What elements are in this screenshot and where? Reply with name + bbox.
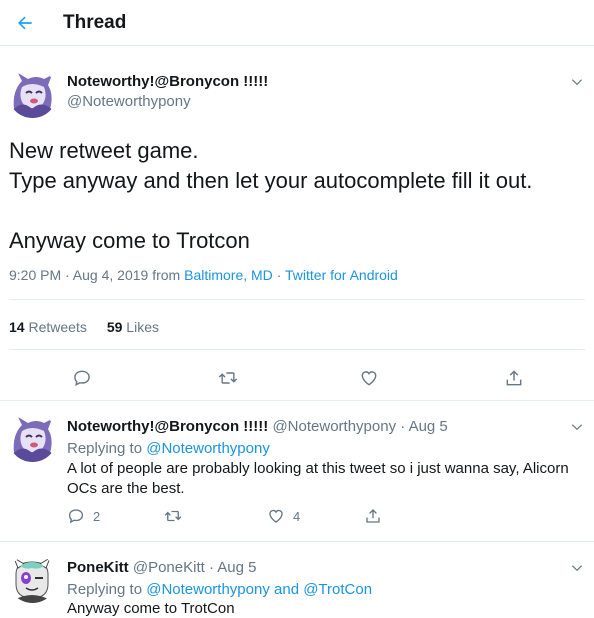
tweet-text: New retweet game. Type anyway and then l… xyxy=(9,138,533,253)
reply-button[interactable]: 2 xyxy=(67,507,100,525)
page-title: Thread xyxy=(63,12,127,33)
replying-to: Replying to @Noteworthypony xyxy=(67,440,270,457)
reply-icon xyxy=(74,370,90,386)
reply-header: Noteworthy!@Bronycon !!!!! @Noteworthypo… xyxy=(67,418,448,435)
meta-separator: · xyxy=(276,267,282,283)
divider xyxy=(9,299,585,300)
back-button[interactable] xyxy=(10,8,40,38)
tweet-source[interactable]: Twitter for Android xyxy=(285,267,398,283)
author-handle-date[interactable]: @Noteworthypony · Aug 5 xyxy=(272,418,447,435)
likes-stat[interactable]: 59 Likes xyxy=(107,319,159,335)
tweet-meta: 9:20 PM · Aug 4, 2019 from Baltimore, MD… xyxy=(9,267,398,283)
tweet-actions: 2 4 xyxy=(67,507,397,529)
heart-icon xyxy=(361,371,377,386)
tweet-timestamp[interactable]: 9:20 PM · Aug 4, 2019 xyxy=(9,267,148,283)
reply-count: 2 xyxy=(93,508,101,524)
author-name[interactable]: Noteworthy!@Bronycon !!!!! xyxy=(67,418,268,435)
chevron-down-icon xyxy=(571,79,583,86)
replying-to: Replying to @Noteworthypony and @TrotCon xyxy=(67,581,372,598)
tweet-menu-button[interactable] xyxy=(567,72,587,92)
retweet-icon xyxy=(164,510,182,522)
retweets-stat[interactable]: 14 Retweets xyxy=(9,319,87,335)
share-icon xyxy=(506,370,522,386)
author-name[interactable]: PoneKitt xyxy=(67,559,129,576)
reply-tweet[interactable]: PoneKitt @PoneKitt · Aug 5 Replying to @… xyxy=(0,542,594,618)
chevron-down-icon xyxy=(571,424,583,431)
share-button[interactable] xyxy=(364,507,382,525)
retweet-button[interactable] xyxy=(216,366,240,390)
tweet-text: A lot of people are probably looking at … xyxy=(67,460,569,497)
author-name[interactable]: Noteworthy!@Bronycon !!!!! xyxy=(67,73,268,90)
heart-icon xyxy=(269,509,283,523)
reply-button[interactable] xyxy=(70,366,94,390)
replying-to-link[interactable]: @Noteworthypony and @TrotCon xyxy=(146,581,372,598)
tweet-stats: 14 Retweets 59 Likes xyxy=(9,319,159,335)
tweet-menu-button[interactable] xyxy=(567,417,587,437)
retweet-icon xyxy=(218,372,238,384)
tweet-text: Anyway come to TrotCon xyxy=(67,600,235,617)
reply-header: PoneKitt @PoneKitt · Aug 5 xyxy=(67,559,256,576)
likes-label: Likes xyxy=(126,319,159,335)
like-button[interactable]: 4 xyxy=(267,507,300,525)
likes-count: 59 xyxy=(106,319,123,335)
avatar[interactable] xyxy=(8,554,57,603)
like-count: 4 xyxy=(293,508,301,524)
from-label: from xyxy=(152,267,181,283)
share-icon xyxy=(366,509,380,523)
like-button[interactable] xyxy=(357,366,381,390)
tweet-actions xyxy=(0,366,594,390)
replying-label: Replying to xyxy=(67,581,143,598)
share-button[interactable] xyxy=(502,366,526,390)
chevron-down-icon xyxy=(571,565,583,572)
retweet-button[interactable] xyxy=(163,507,183,525)
avatar[interactable] xyxy=(8,69,57,118)
back-arrow-icon xyxy=(18,16,32,30)
replying-label: Replying to xyxy=(67,440,143,457)
reply-tweet[interactable]: Noteworthy!@Bronycon !!!!! @Noteworthypo… xyxy=(0,401,594,540)
author-handle-date[interactable]: @PoneKitt · Aug 5 xyxy=(133,559,257,576)
retweets-label: Retweets xyxy=(28,319,87,335)
tweet-menu-button[interactable] xyxy=(567,558,587,578)
divider xyxy=(9,349,585,350)
author-handle[interactable]: @Noteworthypony xyxy=(67,93,191,110)
tweet-location[interactable]: Baltimore, MD xyxy=(184,267,273,283)
replying-to-link[interactable]: @Noteworthypony xyxy=(146,440,270,457)
reply-icon xyxy=(68,509,84,524)
thread-header: Thread xyxy=(0,0,594,46)
avatar[interactable] xyxy=(8,413,57,462)
retweets-count: 14 xyxy=(9,319,25,335)
